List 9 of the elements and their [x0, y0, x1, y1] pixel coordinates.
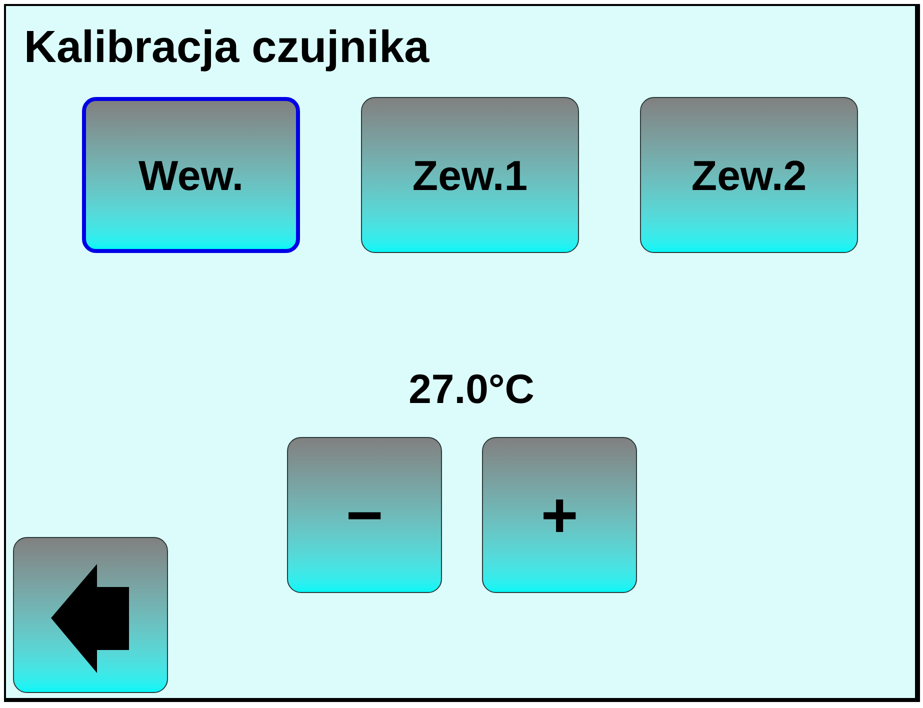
sensor-tab[interactable]: Wew.: [82, 97, 300, 253]
increase-button[interactable]: +: [482, 437, 637, 593]
sensor-tab[interactable]: Zew.1: [361, 97, 579, 253]
decrease-button[interactable]: −: [287, 437, 442, 593]
left-arrow-icon: [50, 564, 128, 672]
temperature-reading: 27.0°C: [408, 365, 534, 413]
back-button[interactable]: [13, 537, 168, 693]
sensor-tab[interactable]: Zew.2: [640, 97, 858, 253]
screen-title: Kalibracja czujnika: [24, 22, 430, 72]
